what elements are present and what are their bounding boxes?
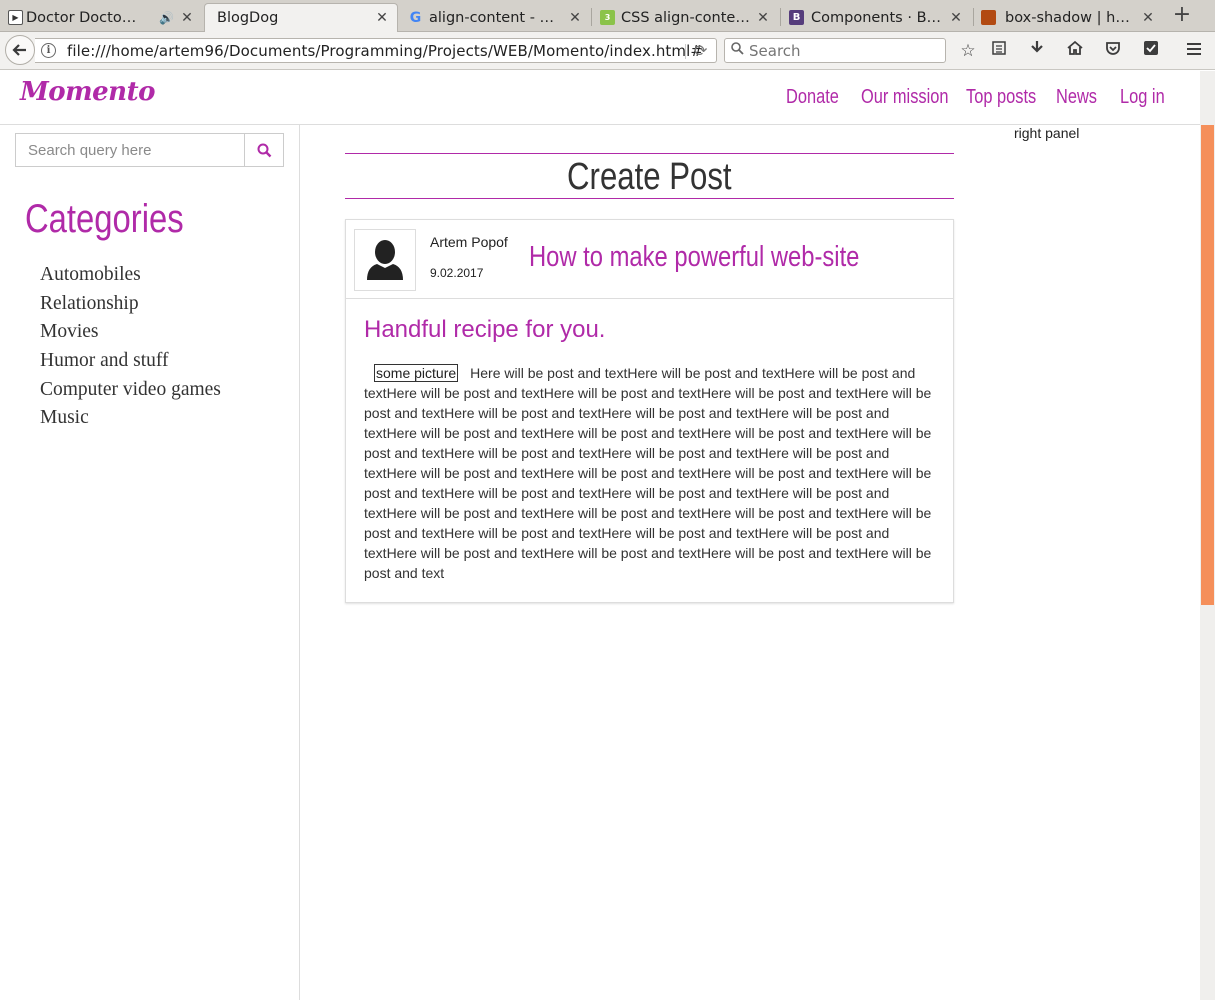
site-icon (981, 10, 996, 25)
sidebar: Categories Automobiles Relationship Movi… (0, 125, 300, 1000)
page-title: Create Post (345, 153, 954, 199)
categories-title: Categories (25, 197, 184, 241)
search-bar[interactable] (724, 38, 946, 63)
tab-bootstrap[interactable]: B Components · Bo… ✕ (785, 3, 971, 32)
menu-donate[interactable]: Donate (786, 86, 839, 109)
post-card: Artem Popof 9.02.2017 How to make powerf… (345, 219, 954, 603)
close-icon[interactable]: ✕ (375, 10, 389, 26)
tab-google[interactable]: G align-content - П… ✕ (404, 3, 590, 32)
back-arrow-icon[interactable] (5, 35, 35, 65)
tab-title: CSS align-conten… (621, 9, 750, 26)
close-icon[interactable]: ✕ (180, 10, 194, 26)
search-icon (257, 143, 271, 157)
post-body: some picture Here will be post and textHe… (364, 363, 939, 583)
star-icon[interactable]: ☆ (957, 40, 979, 62)
tab-title: box-shadow | ht… (1005, 9, 1135, 26)
browser-search-input[interactable] (749, 41, 939, 60)
user-silhouette-icon (367, 240, 403, 280)
pocket-icon[interactable] (1102, 40, 1124, 62)
post-title[interactable]: How to make powerful web-site (529, 241, 859, 274)
download-icon[interactable] (1026, 40, 1048, 62)
menu-top-posts[interactable]: Top posts (966, 86, 1036, 109)
post-header: Artem Popof 9.02.2017 How to make powerf… (346, 220, 953, 299)
category-item[interactable]: Humor and stuff (40, 347, 221, 376)
tab-separator (591, 8, 592, 26)
menu-log-in[interactable]: Log in (1120, 86, 1165, 109)
play-icon: ▶ (8, 10, 23, 25)
avatar[interactable] (354, 229, 416, 291)
tab-boxshadow[interactable]: box-shadow | ht… ✕ (977, 3, 1163, 32)
search-input[interactable] (15, 133, 245, 167)
close-icon[interactable]: ✕ (1141, 10, 1155, 26)
divider (685, 44, 686, 59)
search-button[interactable] (244, 133, 284, 167)
tab-title: align-content - П… (429, 9, 562, 26)
tab-title: Doctor Docto… (26, 9, 137, 26)
post-date: 9.02.2017 (430, 266, 484, 280)
new-tab-icon[interactable]: + (1168, 4, 1196, 28)
post-text: Here will be post and textHere will be p… (364, 365, 932, 581)
site-header: Momento Donate Our mission Top posts New… (0, 71, 1200, 125)
category-item[interactable]: Computer video games (40, 376, 221, 405)
url-bar[interactable]: i file:///home/artem96/Documents/Program… (35, 38, 717, 63)
tab-title: BlogDog (217, 10, 279, 26)
reading-list-icon[interactable] (988, 40, 1010, 62)
category-item[interactable]: Music (40, 404, 221, 433)
tab-doctor[interactable]: ▶ Doctor Docto… 🔊 ✕ (4, 3, 202, 32)
speaker-icon[interactable]: 🔊 (159, 11, 174, 25)
tab-title: Components · Bo… (811, 9, 943, 26)
category-item[interactable]: Relationship (40, 290, 221, 319)
bootstrap-icon: B (789, 10, 804, 25)
info-icon[interactable]: i (41, 43, 56, 58)
extension-icon[interactable] (1140, 40, 1162, 62)
page: Momento Donate Our mission Top posts New… (0, 71, 1200, 1000)
post-picture: some picture (374, 364, 459, 382)
search-icon (731, 42, 744, 59)
menu-news[interactable]: News (1056, 86, 1097, 109)
scrollbar-thumb[interactable] (1201, 125, 1214, 605)
css3-icon: 3 (600, 10, 615, 25)
close-icon[interactable]: ✕ (949, 10, 963, 26)
post-subtitle: Handful recipe for you. (364, 316, 606, 343)
category-item[interactable]: Movies (40, 318, 221, 347)
nav-bar: i file:///home/artem96/Documents/Program… (0, 32, 1215, 70)
tab-strip: ▶ Doctor Docto… 🔊 ✕ BlogDog ✕ G align-co… (0, 0, 1215, 32)
menu-our-mission[interactable]: Our mission (861, 86, 948, 109)
tab-separator (973, 8, 974, 26)
reload-icon[interactable]: ⟳ (694, 41, 707, 60)
category-item[interactable]: Automobiles (40, 261, 221, 290)
right-panel: right panel (1014, 125, 1080, 141)
post-author[interactable]: Artem Popof (430, 234, 508, 250)
site-logo[interactable]: Momento (20, 77, 155, 107)
hamburger-menu-icon[interactable] (1183, 40, 1205, 62)
tab-blogdog[interactable]: BlogDog ✕ (204, 3, 398, 32)
google-icon: G (409, 9, 422, 26)
url-text[interactable]: file:///home/artem96/Documents/Programmi… (67, 42, 703, 60)
scrollbar[interactable] (1200, 71, 1215, 1000)
category-list: Automobiles Relationship Movies Humor an… (40, 261, 221, 433)
close-icon[interactable]: ✕ (756, 10, 770, 26)
tab-css[interactable]: 3 CSS align-conten… ✕ (596, 3, 778, 32)
close-icon[interactable]: ✕ (568, 10, 582, 26)
home-icon[interactable] (1064, 40, 1086, 62)
page-title-text: Create Post (567, 156, 732, 198)
tab-separator (780, 8, 781, 26)
